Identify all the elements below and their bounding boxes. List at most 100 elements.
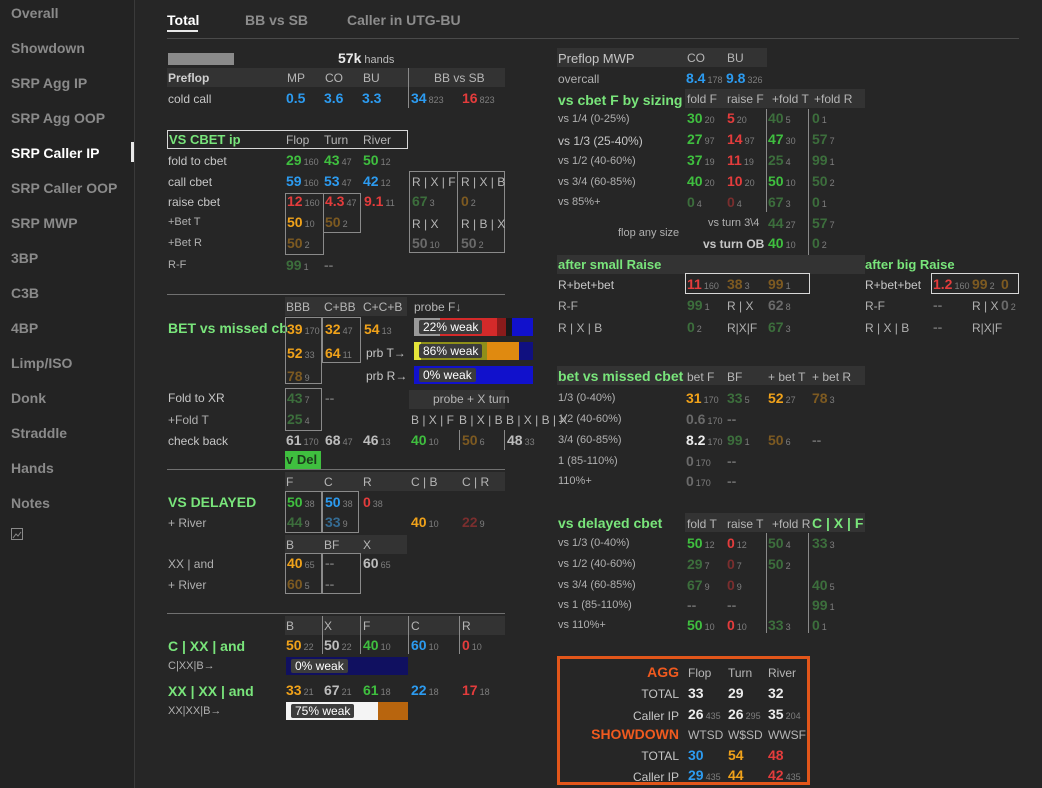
c-xx-r: 0 10 [462,637,482,655]
vs-delayed-divider [167,469,505,470]
big-rbb-3: 0 [1001,276,1009,294]
stat-value: 54 [728,747,744,763]
prb-t-weak-bar: 86% weak [414,342,533,360]
stat-value: 0 [727,617,735,633]
tab-bb-vs-sb[interactable]: BB vs SB [245,12,308,28]
vdc-divider-1 [766,533,767,633]
tab-underline [167,30,198,32]
sample-size: 6 [785,437,791,447]
vdc-row-3-raise-t: 09 [727,577,742,595]
stat-value: 33 [325,514,341,530]
vs-delayed-title: VS DELAYED [168,494,257,510]
rx-subgrid-divider [457,171,458,253]
stat-value: 25 [287,411,303,427]
sidebar-item-srp-caller-ip[interactable]: SRP Caller IP [11,145,99,161]
sample-size: 19 [704,157,715,167]
sample-size: 19 [743,157,754,167]
raise-cbet-label: raise cbet [168,195,221,209]
sizing-row-2-fold-r: 57 7 [812,131,835,149]
sidebar-item-overall[interactable]: Overall [11,5,58,21]
stat-value: 27 [687,131,703,147]
stat-value: 50 [462,432,478,448]
stat-value: 50 [812,173,828,189]
raise-cbet-river: 9.1 11 [364,193,395,211]
sample-size: 2 [989,281,995,291]
stat-value: 0.5 [286,90,306,106]
sample-size: 21 [303,687,314,697]
xx-river-b: 60 5 [287,576,310,594]
vdc-header-fold-r: +fold R [772,517,811,531]
stat-value: 78 [812,390,828,406]
big-rbb-label: R+bet+bet [865,278,922,292]
sidebar-item-srp-mwp[interactable]: SRP MWP [11,215,78,231]
sample-size: 3 [785,199,791,209]
sample-size: 160 [303,178,319,188]
sidebar-item-notes[interactable]: Notes [11,495,50,511]
c-xx-header-b: B [286,619,295,633]
sidebar-item-srp-agg-ip[interactable]: SRP Agg IP [11,75,87,91]
sidebar-item-hands[interactable]: Hands [11,460,54,476]
vdc-row-1-raise-t: 0 12 [727,535,747,553]
sidebar-item-srp-caller-oop[interactable]: SRP Caller OOP [11,180,117,196]
agg-total-river: 32 [768,685,784,703]
stat-value: 0 [727,556,735,572]
overcall-co: 8.4 178 [686,70,723,88]
agg-caller-river: 35 204 [768,706,801,724]
stat-value: -- [325,390,335,406]
sample-size: 10 [429,240,440,250]
sizing-row-1-fold-t: 40 5 [768,110,791,128]
vdc-row-5-raise-t: 0 10 [727,617,747,635]
sample-size: 3 [429,198,435,208]
stat-value: 50 [768,535,784,551]
stat-value: 26 [688,706,704,722]
stat-value: -- [727,473,737,489]
stat-value: 0.6 [686,411,706,427]
sample-size: 170 [703,395,719,405]
sidebar-item-srp-agg-oop[interactable]: SRP Agg OOP [11,110,105,126]
probe-x-header-bxb: B | X | B [459,413,503,427]
stat-value: 0 [812,235,820,251]
sizing-row-3-label: vs 1/2 (40-60%) [558,155,636,167]
showdown-total-wwsf: 48 [768,747,784,765]
c-xx-weak-bar: 0% weak [286,657,408,675]
overcall-label: overcall [558,72,600,86]
stat-value: 47 [768,131,784,147]
call-cbet-river: 42 12 [363,173,391,191]
stat-value: 50 [687,617,703,633]
stat-value: 78 [287,368,303,384]
stat-value: 53 [324,173,340,189]
sample-size: 27 [785,395,796,405]
sidebar-item-showdown[interactable]: Showdown [11,40,85,56]
rx-rbx-value: 50 2 [461,235,484,253]
vs-delayed-river-cr: 22 9 [462,514,485,532]
sidebar-item-limp-iso[interactable]: Limp/ISO [11,355,72,371]
sidebar-item-donk[interactable]: Donk [11,390,46,406]
sizing-row-4-label: vs 3/4 (60-85%) [558,176,636,188]
sidebar-item-4bp[interactable]: 4BP [11,320,38,336]
sizing-row-1-label: vs 1/4 (0-25%) [558,113,630,125]
big-rx-label: R | X [972,299,999,313]
sidebar-item-3bp[interactable]: 3BP [11,250,38,266]
stat-value: 43 [324,152,340,168]
stat-value: 17 [462,682,478,698]
stat-value: -- [727,597,737,613]
stat-value: 11 [727,152,742,168]
sample-size: 27 [785,220,796,230]
tab-caller-in-utg-bu[interactable]: Caller in UTG-BU [347,12,461,28]
tab-total[interactable]: Total [167,12,199,28]
bb-vs-sb-call: 34 823 [411,90,444,108]
sample-size: 170 [695,478,711,488]
fold-t-label: +Fold T [168,413,209,427]
sidebar-item-c3b[interactable]: C3B [11,285,39,301]
bar-segment [377,702,408,720]
sizing-row-4-fold-f: 40 20 [687,173,715,191]
sample-size: 18 [428,687,439,697]
agg-header-flop: Flop [688,666,712,680]
vs-delayed-cbet-title: vs delayed cbet [558,515,663,531]
image-icon[interactable] [11,528,23,540]
stat-value: 67 [768,319,784,335]
v-del-chip[interactable]: v Del [285,451,321,469]
sample-size: 10 [736,622,747,632]
stat-value: 68 [325,432,341,448]
sidebar-item-straddle[interactable]: Straddle [11,425,67,441]
